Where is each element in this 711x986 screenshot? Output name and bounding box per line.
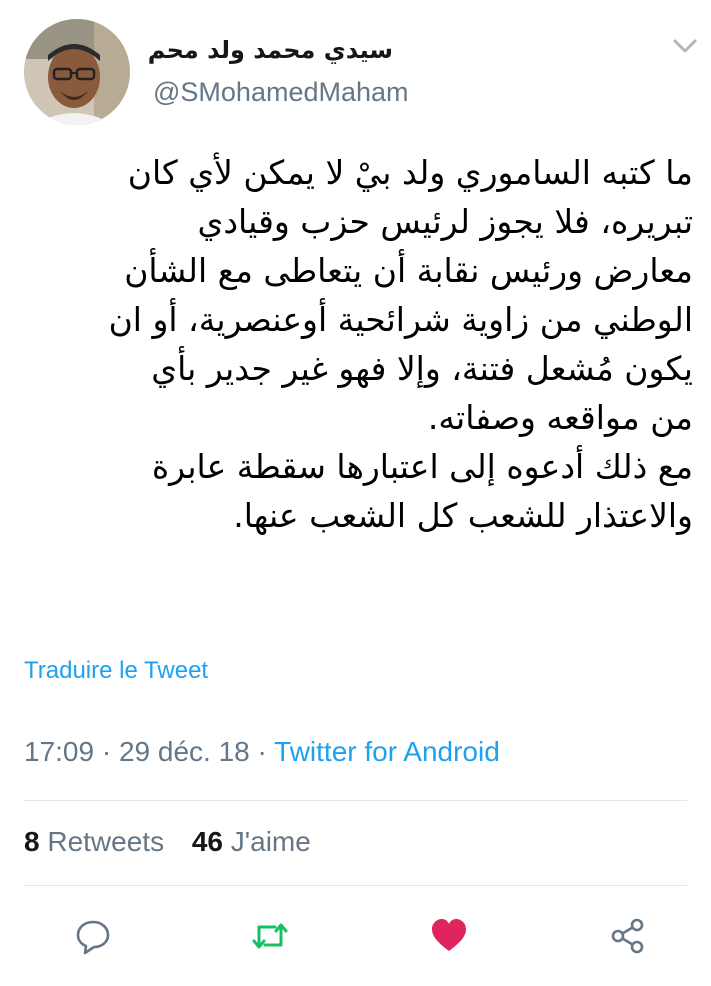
likes-label: J'aime [230, 826, 311, 857]
tweet-line: ما كتبه الساموري ولد بيْ لا يمكن لأي كان [127, 153, 693, 192]
tweet-date: 29 déc. 18 [118, 736, 250, 767]
retweets-label: Retweets [47, 826, 165, 857]
tweet-line: تبريره، فلا يجوز لرئيس حزب وقيادي [197, 202, 693, 241]
likes-count: 46 [191, 826, 224, 857]
share-icon[interactable] [608, 916, 648, 956]
tweet-meta: 17:09 · 29 déc. 18 · Twitter for Android [24, 736, 500, 768]
divider [24, 885, 687, 886]
divider [24, 800, 687, 801]
avatar[interactable] [24, 19, 130, 125]
tweet-line: من مواقعه وصفاته. [427, 398, 693, 437]
heart-icon[interactable] [429, 916, 469, 956]
meta-separator: · [101, 736, 112, 767]
tweet-line: مع ذلك أدعوه إلى اعتبارها سقطة عابرة [151, 447, 693, 486]
likes-stat[interactable]: 46 J'aime [192, 826, 311, 857]
chevron-down-icon[interactable] [672, 37, 698, 55]
tweet-source-link[interactable]: Twitter for Android [274, 736, 500, 767]
tweet-line: معارض ورئيس نقابة أن يتعاطى مع الشأن [124, 251, 693, 290]
reply-icon[interactable] [73, 916, 113, 956]
tweet-line: يكون مُشعل فتنة، وإلا فهو غير جدير بأي [151, 349, 693, 388]
retweets-stat[interactable]: 8 Retweets [24, 826, 164, 857]
tweet-time: 17:09 [24, 736, 95, 767]
tweet-line: الوطني من زاوية شرائحية أوعنصرية، أو ان [108, 300, 693, 339]
tweet-text: ما كتبه الساموري ولد بيْ لا يمكن لأي كان… [20, 148, 693, 540]
retweet-icon[interactable] [250, 916, 290, 956]
user-handle[interactable]: @SMohamedMaham [153, 77, 409, 108]
avatar-photo [24, 19, 130, 125]
display-name[interactable]: سيدي محمد ولد محم [148, 36, 393, 64]
meta-separator: · [257, 736, 267, 767]
translate-tweet-link[interactable]: Traduire le Tweet [24, 657, 208, 685]
tweet-stats: 8 Retweets 46 J'aime [24, 826, 331, 858]
retweets-count: 8 [24, 826, 40, 857]
tweet-line: والاعتذار للشعب كل الشعب عنها. [233, 496, 693, 535]
